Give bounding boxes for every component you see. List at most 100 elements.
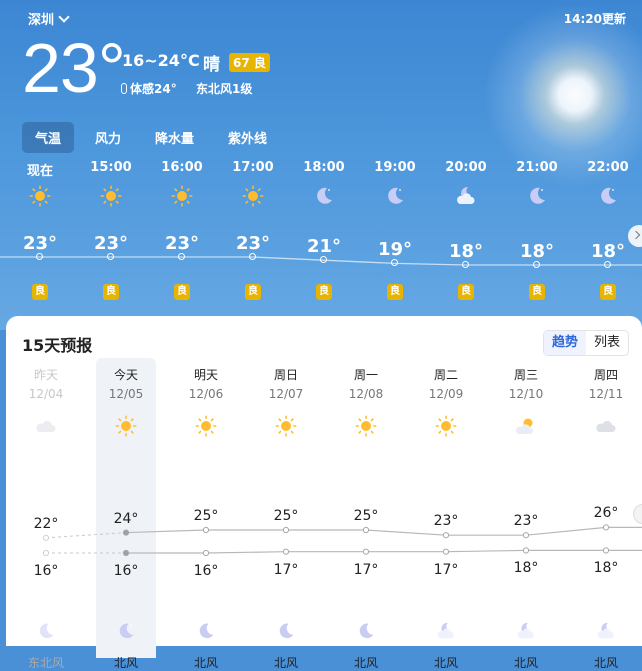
day-date: 12/11: [588, 387, 624, 401]
sun-icon: [355, 415, 377, 437]
tab-wind[interactable]: 风力: [82, 122, 134, 153]
forecast-title: 15天预报: [22, 336, 93, 355]
moon-cloud-icon: [517, 622, 534, 639]
day-name: 今天: [113, 368, 138, 382]
hour-temp: 23°: [164, 233, 200, 254]
tab-precipitation[interactable]: 降水量: [142, 122, 207, 153]
forecast-day[interactable]: 周四 12/11 26° 18° 北风: [576, 358, 636, 670]
forecast-day[interactable]: 周三 12/10 23° 18° 北风: [496, 358, 556, 670]
day-date: 12/04: [28, 387, 64, 401]
day-wind: 北风: [593, 656, 618, 670]
day-name: 明天: [193, 368, 218, 382]
forecast-day[interactable]: 昨天 12/04 22° 16° 东北风: [16, 358, 76, 670]
update-time: 14:20更新: [563, 12, 626, 26]
sun-icon: [275, 415, 297, 437]
hour-temp-dot: [391, 259, 398, 267]
hourly-item: 21:00: [507, 160, 567, 220]
day-high-temp: 22°: [33, 515, 59, 532]
hour-label: 16:00: [161, 160, 203, 175]
forecast-day[interactable]: 周二 12/09 23° 17° 北风: [416, 358, 476, 670]
aqi-badge[interactable]: 67 良: [229, 53, 270, 72]
day-name: 周三: [513, 368, 538, 382]
hour-icon-holder: [294, 180, 354, 220]
moon-icon: [119, 623, 134, 639]
hour-temp-dot: [36, 253, 43, 260]
sun-icon: [195, 415, 217, 437]
day-low-temp: 16°: [193, 563, 219, 579]
day-wind: 北风: [273, 656, 298, 670]
sun-icon: [242, 185, 264, 207]
sun-icon: [435, 415, 457, 437]
moon-icon: [279, 623, 294, 639]
day-date: 12/09: [428, 387, 464, 401]
hour-temp-dot: [249, 253, 256, 260]
hourly-item: 现在: [10, 160, 70, 220]
hour-aqi-badge: 良: [316, 284, 332, 300]
tab-temperature[interactable]: 气温: [22, 122, 75, 153]
forecast-day[interactable]: 今天 12/05 24° 16° 北风: [96, 358, 156, 670]
forecast-day[interactable]: 周一 12/08 25° 17° 北风: [336, 358, 396, 670]
hour-temp: 19°: [377, 239, 413, 261]
metric-tabs: 气温 风力 降水量 紫外线: [22, 122, 288, 153]
hour-aqi-badge: 良: [245, 284, 261, 300]
day-high-temp: 23°: [513, 513, 539, 530]
day-name: 周一: [353, 368, 378, 382]
day-high-temp: 25°: [273, 508, 299, 524]
hour-temp: 23°: [22, 233, 58, 254]
moon-cloud-icon: [457, 186, 475, 204]
day-name: 周日: [273, 368, 298, 382]
hour-icon-holder: [436, 180, 496, 220]
moon-icon: [388, 187, 403, 204]
trend-view-button[interactable]: 趋势: [544, 331, 586, 355]
moon-icon: [199, 623, 214, 639]
moon-icon: [530, 187, 545, 204]
hour-temp-dot: [462, 261, 469, 268]
hour-label: 15:00: [90, 160, 132, 175]
forecast-card: 15天预报 趋势 列表 昨天 12/04 22° 16° 东北风 今天 12/05 24° 16…: [6, 316, 642, 670]
hour-temp-dot: [107, 253, 114, 260]
hour-temp-dot: [178, 253, 185, 260]
hour-label: 现在: [26, 164, 53, 179]
hour-aqi-badge: 良: [174, 284, 190, 300]
hour-label: 17:00: [232, 160, 274, 175]
hour-temp: 18°: [519, 241, 555, 262]
current-temperature: 23°: [22, 29, 126, 107]
hour-temp-dot: [604, 261, 611, 268]
city-selector[interactable]: 深圳: [28, 9, 70, 28]
day-wind: 北风: [193, 656, 218, 670]
forecast-day[interactable]: 周日 12/07 25° 17° 北风: [256, 358, 316, 670]
day-wind: 北风: [433, 656, 458, 670]
current-weather-panel: 深圳 14:20更新 23° 16~24°C 晴 67 良 体感24° 东北风1…: [0, 0, 642, 330]
tab-uv[interactable]: 紫外线: [215, 122, 280, 153]
feels-like: 体感24°: [121, 80, 177, 97]
list-view-button[interactable]: 列表: [586, 331, 628, 355]
sun-icon: [29, 185, 51, 207]
hour-temp: 21°: [306, 236, 342, 258]
hour-icon-holder: [578, 180, 638, 220]
day-high-temp: 23°: [433, 513, 459, 530]
day-high-temp: 25°: [353, 508, 379, 524]
hour-icon-holder: [152, 180, 212, 220]
weather-condition: 晴: [203, 55, 220, 75]
day-wind: 北风: [113, 656, 138, 670]
day-high-temp: 25°: [193, 508, 219, 524]
cloud-icon: [596, 420, 616, 432]
forecast-day[interactable]: 明天 12/06 25° 16° 北风: [176, 358, 236, 670]
hourly-item: 22:00: [578, 160, 638, 220]
hour-temp: 18°: [448, 241, 484, 262]
moon-icon: [601, 187, 616, 204]
hourly-item: 17:00: [223, 160, 283, 220]
hour-label: 20:00: [445, 160, 487, 175]
hour-icon-holder: [81, 180, 141, 220]
hourly-item: 18:00: [294, 160, 354, 220]
hourly-item: 15:00: [81, 160, 141, 220]
day-low-temp: 17°: [273, 561, 299, 578]
hour-temp: 23°: [93, 233, 129, 254]
moon-icon: [359, 623, 374, 639]
day-low-temp: 18°: [593, 560, 619, 577]
day-date: 12/10: [508, 387, 544, 401]
moon-cloud-icon: [597, 622, 614, 639]
hour-temp: 23°: [235, 233, 271, 254]
sun-icon: [100, 185, 122, 207]
day-date: 12/06: [188, 387, 224, 401]
